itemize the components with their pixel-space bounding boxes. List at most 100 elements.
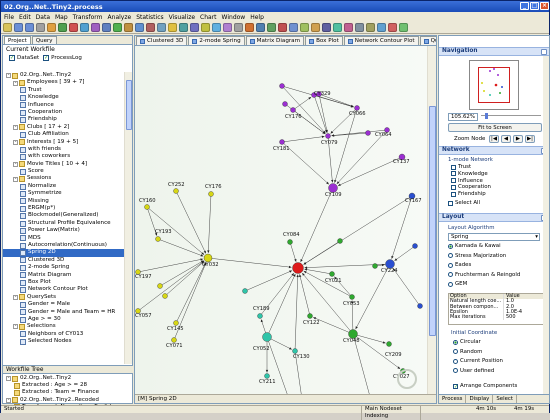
menu-visualize[interactable]: Visualize (169, 14, 195, 21)
tree-item[interactable]: Power Law(Matrix) (3, 227, 125, 234)
tree-item[interactable]: Clustered 3D (3, 257, 125, 264)
graph-node[interactable] (282, 101, 288, 107)
radio-icon[interactable] (448, 281, 453, 287)
layout-header[interactable]: Layout (439, 213, 549, 222)
tree-item[interactable]: - 02.Org..Net..Tiny2 (3, 72, 125, 79)
tree-item[interactable]: Cooperation (3, 109, 125, 116)
graph-node[interactable] (262, 332, 272, 342)
toolbar-icon[interactable] (300, 23, 309, 32)
tab-display[interactable]: Display (466, 395, 494, 403)
algorithm-radio[interactable]: GEM (448, 281, 467, 287)
toolbar-icon[interactable] (344, 23, 353, 32)
toolbar-icon[interactable] (113, 23, 122, 32)
tab-query[interactable]: Query (31, 36, 57, 44)
toolbar-icon[interactable] (157, 23, 166, 32)
toolbar-icon[interactable] (377, 23, 386, 32)
tree-item[interactable]: Club Affiliation (3, 131, 125, 138)
radio-icon[interactable] (453, 358, 458, 364)
graph-node[interactable] (257, 313, 263, 319)
relation-checkbox[interactable]: Friendship (451, 191, 486, 197)
graph-node[interactable] (264, 373, 270, 379)
chevron-down-icon[interactable]: ▾ (535, 234, 538, 241)
tree-item[interactable]: Gender = Male (3, 301, 125, 308)
toolbar-icon[interactable] (322, 23, 331, 32)
tree-item[interactable]: Normalize (3, 183, 125, 190)
graph-node[interactable] (144, 204, 150, 210)
tree-item[interactable]: Trust (3, 87, 125, 94)
toolbar-icon[interactable] (91, 23, 100, 32)
spring-2d-graph[interactable]: CY329 CY066 CY176 CY079 CY181 CY064 CY137 CY109… (135, 46, 427, 395)
network-canvas[interactable]: CY329 CY066 CY176 CY079 CY181 CY064 CY137 CY109… (135, 46, 427, 395)
collapse-icon[interactable]: - (6, 376, 11, 382)
tree-item[interactable]: Score (3, 168, 125, 175)
tree-item[interactable]: with friends (3, 146, 125, 153)
processlog-checkbox[interactable]: ✓ (43, 55, 50, 61)
menu-chart[interactable]: Chart (200, 14, 217, 21)
toolbar-icon[interactable] (311, 23, 320, 32)
collapse-icon[interactable]: - (13, 176, 18, 182)
tree-item[interactable]: 2-mode Spring (3, 264, 125, 271)
graph-node[interactable] (208, 191, 214, 197)
tree-item[interactable]: Influence (3, 102, 125, 109)
toolbar-icon[interactable] (333, 23, 342, 32)
checkbox-box[interactable] (451, 171, 456, 177)
relation-checkbox[interactable]: Influence (451, 178, 483, 184)
tree-item[interactable]: Matrix Diagram (3, 272, 125, 279)
tree-item[interactable]: Knowledge (3, 94, 125, 101)
last-node-button[interactable]: ▶| (525, 135, 535, 143)
viewport-rect[interactable] (478, 67, 510, 103)
tab-view[interactable]: Matrix Diagram (245, 36, 305, 45)
graph-node[interactable] (349, 294, 355, 300)
toolbar-icon[interactable] (289, 23, 298, 32)
tree-item[interactable]: Box Plot (3, 279, 125, 286)
toolbar-icon[interactable] (256, 23, 265, 32)
radio-icon[interactable] (453, 368, 458, 373)
tree-item[interactable]: Blockmodel(Generalized) (3, 212, 125, 220)
toolbar-icon[interactable] (201, 23, 210, 32)
param-value[interactable]: 500 (504, 314, 516, 320)
graph-node[interactable] (417, 303, 423, 309)
toolbar-icon[interactable] (47, 23, 56, 32)
prev-node-button[interactable]: ◀ (501, 135, 511, 143)
navigation-header[interactable]: Navigation (439, 47, 549, 56)
tree-item[interactable]: MDS (3, 235, 125, 242)
menu-edit[interactable]: Edit (19, 14, 31, 21)
checkbox-box[interactable] (451, 178, 456, 184)
toolbar-icon[interactable] (135, 23, 144, 32)
graph-node[interactable] (203, 253, 213, 263)
tree-item[interactable]: - Selections (3, 323, 125, 330)
tree-item[interactable]: Network Contour Plot (3, 286, 125, 294)
tab-view[interactable]: Query (419, 36, 436, 45)
graph-node[interactable] (354, 105, 360, 111)
graph-node[interactable] (171, 337, 177, 343)
algorithm-radio[interactable]: Kamada & Kawai (448, 243, 501, 249)
toolbar-icon[interactable] (36, 23, 45, 32)
dataset-checkbox[interactable]: ✓ (9, 55, 15, 61)
tree-item[interactable]: Gender = Male and Team = HR (3, 309, 125, 316)
menu-help[interactable]: Help (250, 14, 264, 21)
minimize-button[interactable]: _ (520, 2, 529, 10)
toolbar-icon[interactable] (366, 23, 375, 32)
graph-node[interactable] (290, 107, 296, 113)
tab-view[interactable]: Clustered 3D (136, 36, 188, 45)
network-header[interactable]: Network (439, 146, 549, 155)
tree-item[interactable]: Age > = 30 (3, 316, 125, 323)
next-node-button[interactable]: ▶ (513, 135, 523, 143)
tab-process[interactable]: Process (439, 395, 467, 403)
menu-map[interactable]: Map (55, 14, 68, 21)
toolbar-icon[interactable] (245, 23, 254, 32)
tree-item[interactable]: - QuerySets (3, 294, 125, 301)
zoom-slider[interactable] (481, 113, 541, 119)
menu-transform[interactable]: Transform (73, 14, 103, 21)
toolbar-icon[interactable] (388, 23, 397, 32)
tree-item[interactable]: with coworkers (3, 153, 125, 160)
tree-item[interactable]: Autocorrelation(Continuous) (3, 242, 125, 249)
workfile-item[interactable]: - 02.Org..Net..Tiny2 (3, 375, 133, 382)
initial-coord-radio[interactable]: Current Position (453, 358, 503, 364)
toolbar-icon[interactable] (212, 23, 221, 32)
tab-view[interactable]: Network Contour Plot (343, 36, 419, 45)
initial-coord-radio[interactable]: Circular (453, 339, 481, 345)
toolbar-icon[interactable] (14, 23, 23, 32)
toolbar-icon[interactable] (179, 23, 188, 32)
toolbar-icon[interactable] (355, 23, 364, 32)
